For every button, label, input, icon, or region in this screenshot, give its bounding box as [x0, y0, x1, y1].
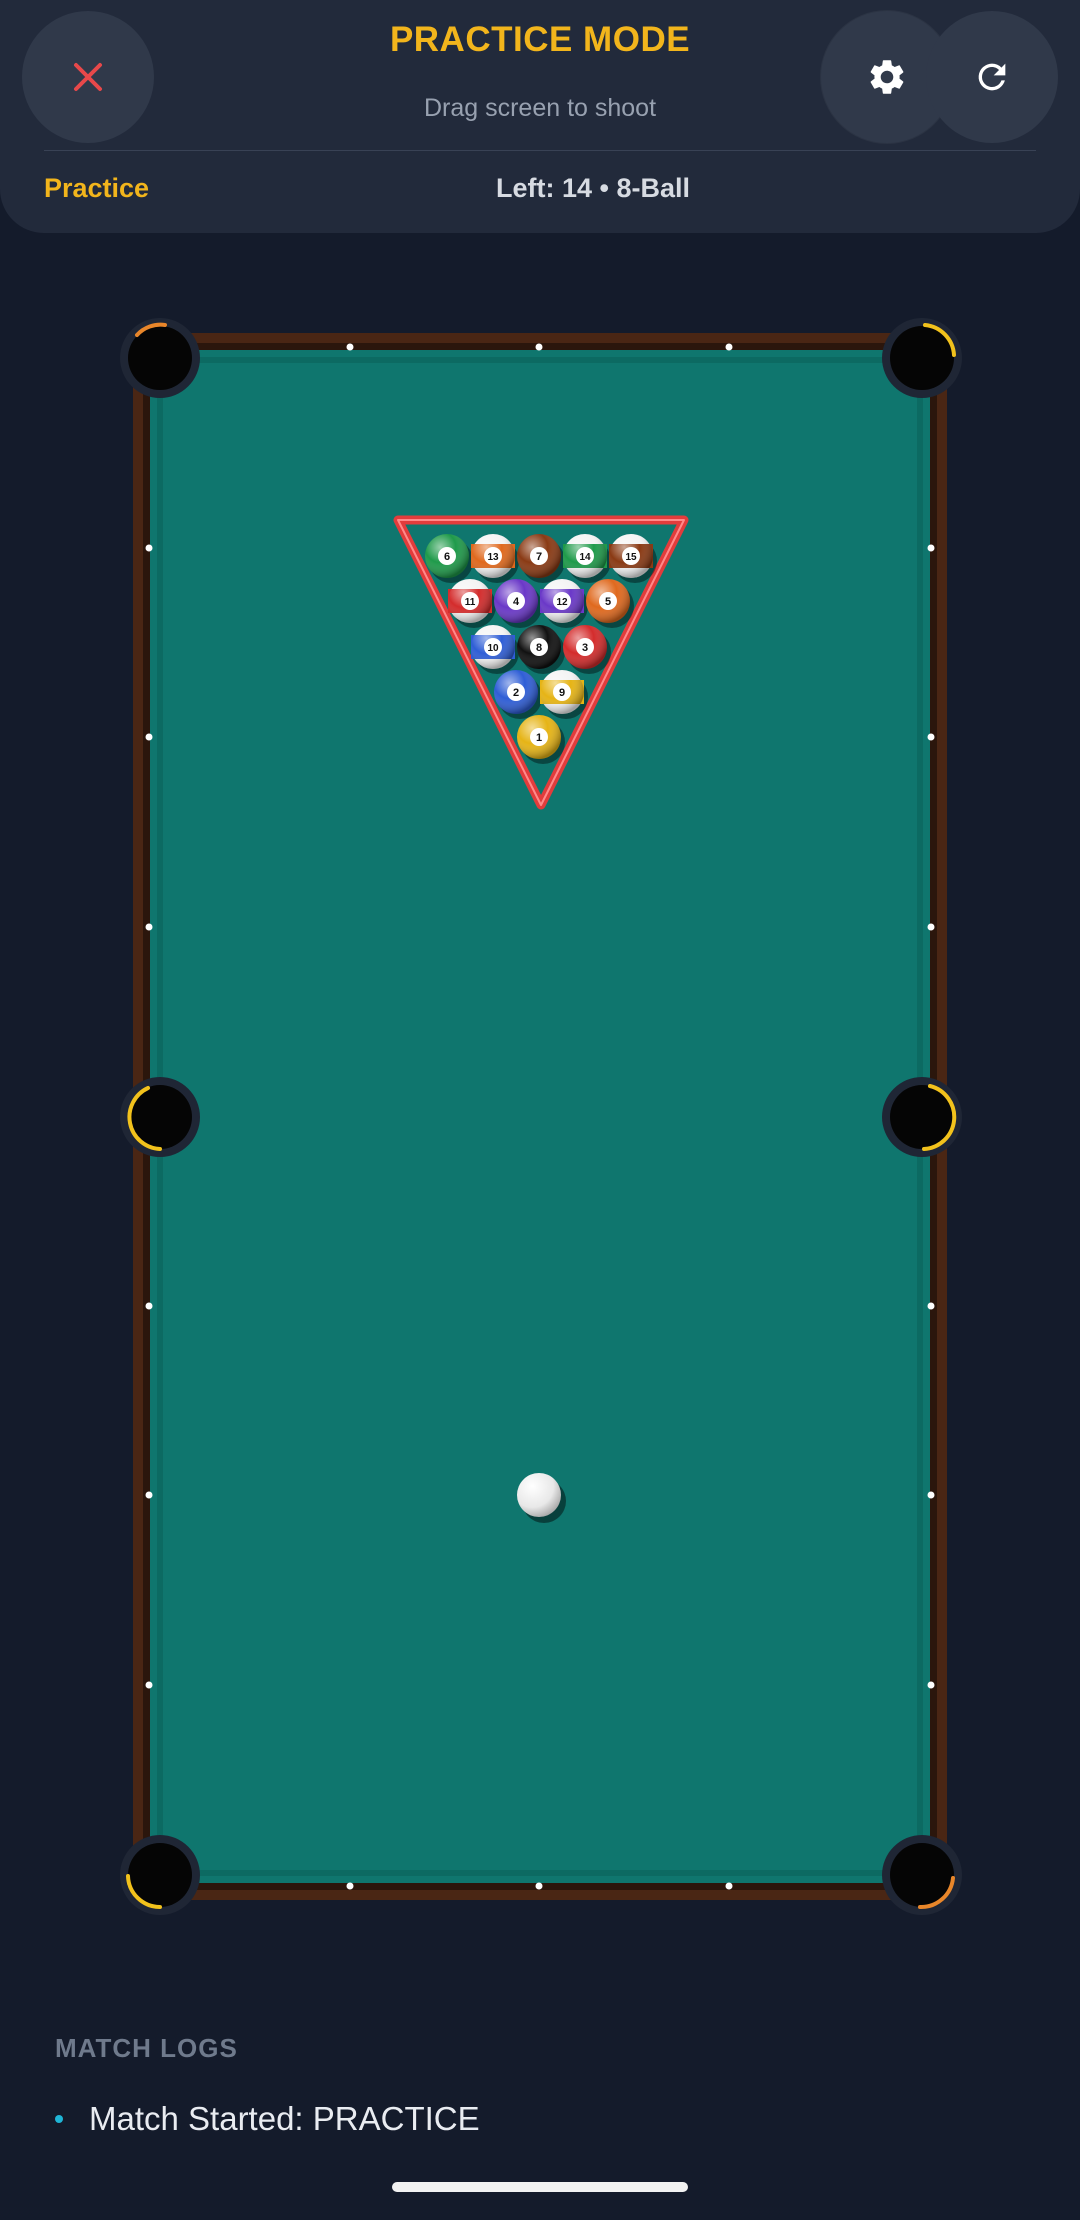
ball-number: 9 — [559, 687, 565, 699]
gear-icon — [870, 60, 904, 94]
rail-diamond — [535, 343, 543, 351]
ball-number: 13 — [487, 552, 499, 563]
rail-diamond — [927, 923, 935, 931]
rail-diamond — [145, 544, 153, 552]
ball-number: 15 — [625, 552, 637, 563]
ball-number: 11 — [465, 597, 476, 608]
cue-ball[interactable] — [517, 1473, 561, 1517]
rail-diamond — [927, 733, 935, 741]
rail-diamond — [145, 1302, 153, 1310]
ball-number: 1 — [536, 732, 542, 744]
rail-diamond — [535, 1882, 543, 1890]
rail-diamond — [927, 1681, 935, 1689]
rail-diamond — [346, 1882, 354, 1890]
ball-number: 10 — [487, 643, 499, 654]
pool-table[interactable]: 6 13 7 14 15 11 4 12 5 10 8 3 2 9 1 — [0, 300, 1080, 1940]
log-bullet — [55, 2115, 63, 2123]
rail-diamond — [725, 343, 733, 351]
pocket — [120, 1077, 200, 1157]
rail-diamond — [927, 1302, 935, 1310]
pocket — [120, 1835, 200, 1915]
balls-left-status: Left: 14 • 8-Ball — [496, 173, 690, 203]
ball-number: 4 — [513, 596, 520, 608]
pocket — [882, 1835, 962, 1915]
ball-number: 3 — [582, 642, 588, 654]
rail-diamond — [725, 1882, 733, 1890]
log-entry-text: Match Started: PRACTICE — [89, 2100, 480, 2137]
ball-number: 2 — [513, 687, 519, 699]
match-logs-heading: MATCH LOGS — [55, 2033, 238, 2063]
reset-button[interactable] — [926, 11, 1058, 143]
close-icon — [74, 63, 102, 91]
header-divider — [44, 150, 1036, 151]
ball-number: 12 — [556, 597, 568, 608]
rail-diamond — [927, 544, 935, 552]
rail-diamond — [145, 1681, 153, 1689]
rail-diamond — [145, 1491, 153, 1499]
mode-label: Practice — [44, 173, 150, 203]
ball-number: 7 — [536, 551, 542, 563]
rail-diamond — [145, 923, 153, 931]
ball-number: 6 — [444, 551, 450, 563]
pocket — [120, 318, 200, 398]
ball-number: 14 — [579, 552, 591, 563]
log-entry: Match Started: PRACTICE — [55, 2100, 480, 2138]
top-bar: PRACTICE MODE Drag screen to shoot Pract… — [0, 0, 1080, 233]
refresh-icon — [978, 63, 1006, 91]
ball-number: 5 — [605, 596, 611, 608]
pocket — [882, 1077, 962, 1157]
rail-diamond — [346, 343, 354, 351]
home-indicator[interactable] — [392, 2182, 688, 2192]
game-canvas[interactable]: 6 13 7 14 15 11 4 12 5 10 8 3 2 9 1 — [0, 300, 1080, 1940]
pocket — [882, 318, 962, 398]
rail-diamond — [145, 733, 153, 741]
ball-number: 8 — [536, 642, 542, 654]
rail-diamond — [927, 1491, 935, 1499]
